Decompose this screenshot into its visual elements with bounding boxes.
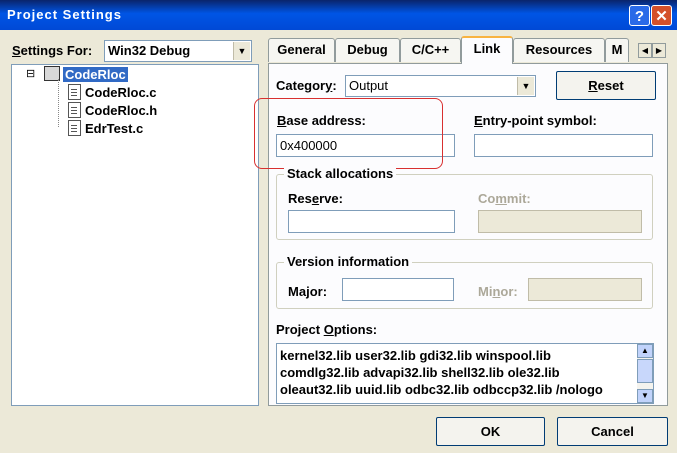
chevron-down-icon[interactable]: ▼ — [233, 42, 250, 60]
tab-resources[interactable]: Resources — [513, 38, 605, 62]
tab-strip: General Debug C/C++ Link Resources M — [268, 36, 668, 64]
project-options-textarea[interactable]: kernel32.lib user32.lib gdi32.lib winspo… — [276, 343, 654, 404]
project-options-line: kernel32.lib user32.lib gdi32.lib winspo… — [280, 348, 551, 363]
chevron-down-icon[interactable]: ▼ — [517, 77, 534, 95]
cancel-button[interactable]: Cancel — [557, 417, 668, 446]
reserve-label: Reserve: — [288, 191, 343, 206]
tab-debug[interactable]: Debug — [335, 38, 400, 62]
stack-allocations-title: Stack allocations — [284, 166, 397, 181]
minor-label: Minor: — [478, 284, 518, 299]
entry-point-input[interactable] — [474, 134, 653, 157]
reserve-input[interactable] — [288, 210, 455, 233]
file-icon — [68, 102, 81, 118]
scroll-down-icon[interactable]: ▼ — [637, 389, 653, 403]
minor-input — [528, 278, 642, 301]
category-dropdown[interactable]: Output ▼ — [345, 75, 536, 97]
project-options-label: Project Options: — [276, 322, 378, 337]
project-settings-window: Project Settings ? ✕ Settings For: Win32… — [0, 0, 677, 453]
ok-button[interactable]: OK — [436, 417, 545, 446]
version-information-title: Version information — [284, 254, 413, 269]
settings-for-value: Win32 Debug — [108, 43, 191, 58]
scroll-up-icon[interactable]: ▲ — [637, 344, 653, 358]
tree-expander-icon[interactable]: ⊟ — [26, 67, 35, 80]
tree-root-project[interactable]: CodeRloc — [44, 66, 128, 82]
tree-file-item[interactable]: CodeRloc.h — [68, 102, 157, 118]
project-options-line: oleaut32.lib uuid.lib odbc32.lib odbccp3… — [280, 382, 603, 397]
entry-point-label: Entry-point symbol: — [474, 113, 597, 128]
settings-for-dropdown[interactable]: Win32 Debug ▼ — [104, 40, 252, 62]
major-input[interactable] — [342, 278, 454, 301]
window-title: Project Settings — [7, 7, 122, 22]
tab-general[interactable]: General — [268, 38, 335, 62]
tab-scroll-left-icon[interactable]: ◀ — [638, 43, 652, 58]
tab-scroll-right-icon[interactable]: ▶ — [652, 43, 666, 58]
tab-more[interactable]: M — [605, 38, 629, 62]
tree-file-item[interactable]: CodeRloc.c — [68, 84, 157, 100]
close-button[interactable]: ✕ — [651, 5, 672, 26]
tab-c-cpp[interactable]: C/C++ — [400, 38, 461, 62]
tree-connector-line — [58, 79, 60, 127]
category-label: Category: — [276, 78, 337, 93]
file-icon — [68, 120, 81, 136]
commit-label: Commit: — [478, 191, 531, 206]
major-label: Major: — [288, 284, 328, 299]
scroll-thumb[interactable] — [637, 359, 653, 383]
settings-for-label: Settings For: — [12, 43, 93, 58]
project-options-scrollbar[interactable]: ▲ ▼ — [637, 344, 653, 403]
commit-input — [478, 210, 642, 233]
category-value: Output — [349, 78, 389, 93]
file-icon — [68, 84, 81, 100]
help-button[interactable]: ? — [629, 5, 650, 26]
project-options-line: comdlg32.lib advapi32.lib shell32.lib ol… — [280, 365, 560, 380]
title-bar[interactable]: Project Settings ? ✕ — [0, 0, 677, 30]
project-tree[interactable]: ⊟ CodeRloc CodeRloc.c CodeRloc.h EdrTest… — [11, 64, 259, 406]
reset-button[interactable]: Reset — [556, 71, 656, 100]
annotation-circle — [254, 98, 443, 169]
tree-file-item[interactable]: EdrTest.c — [68, 120, 143, 136]
tab-link[interactable]: Link — [461, 36, 513, 64]
